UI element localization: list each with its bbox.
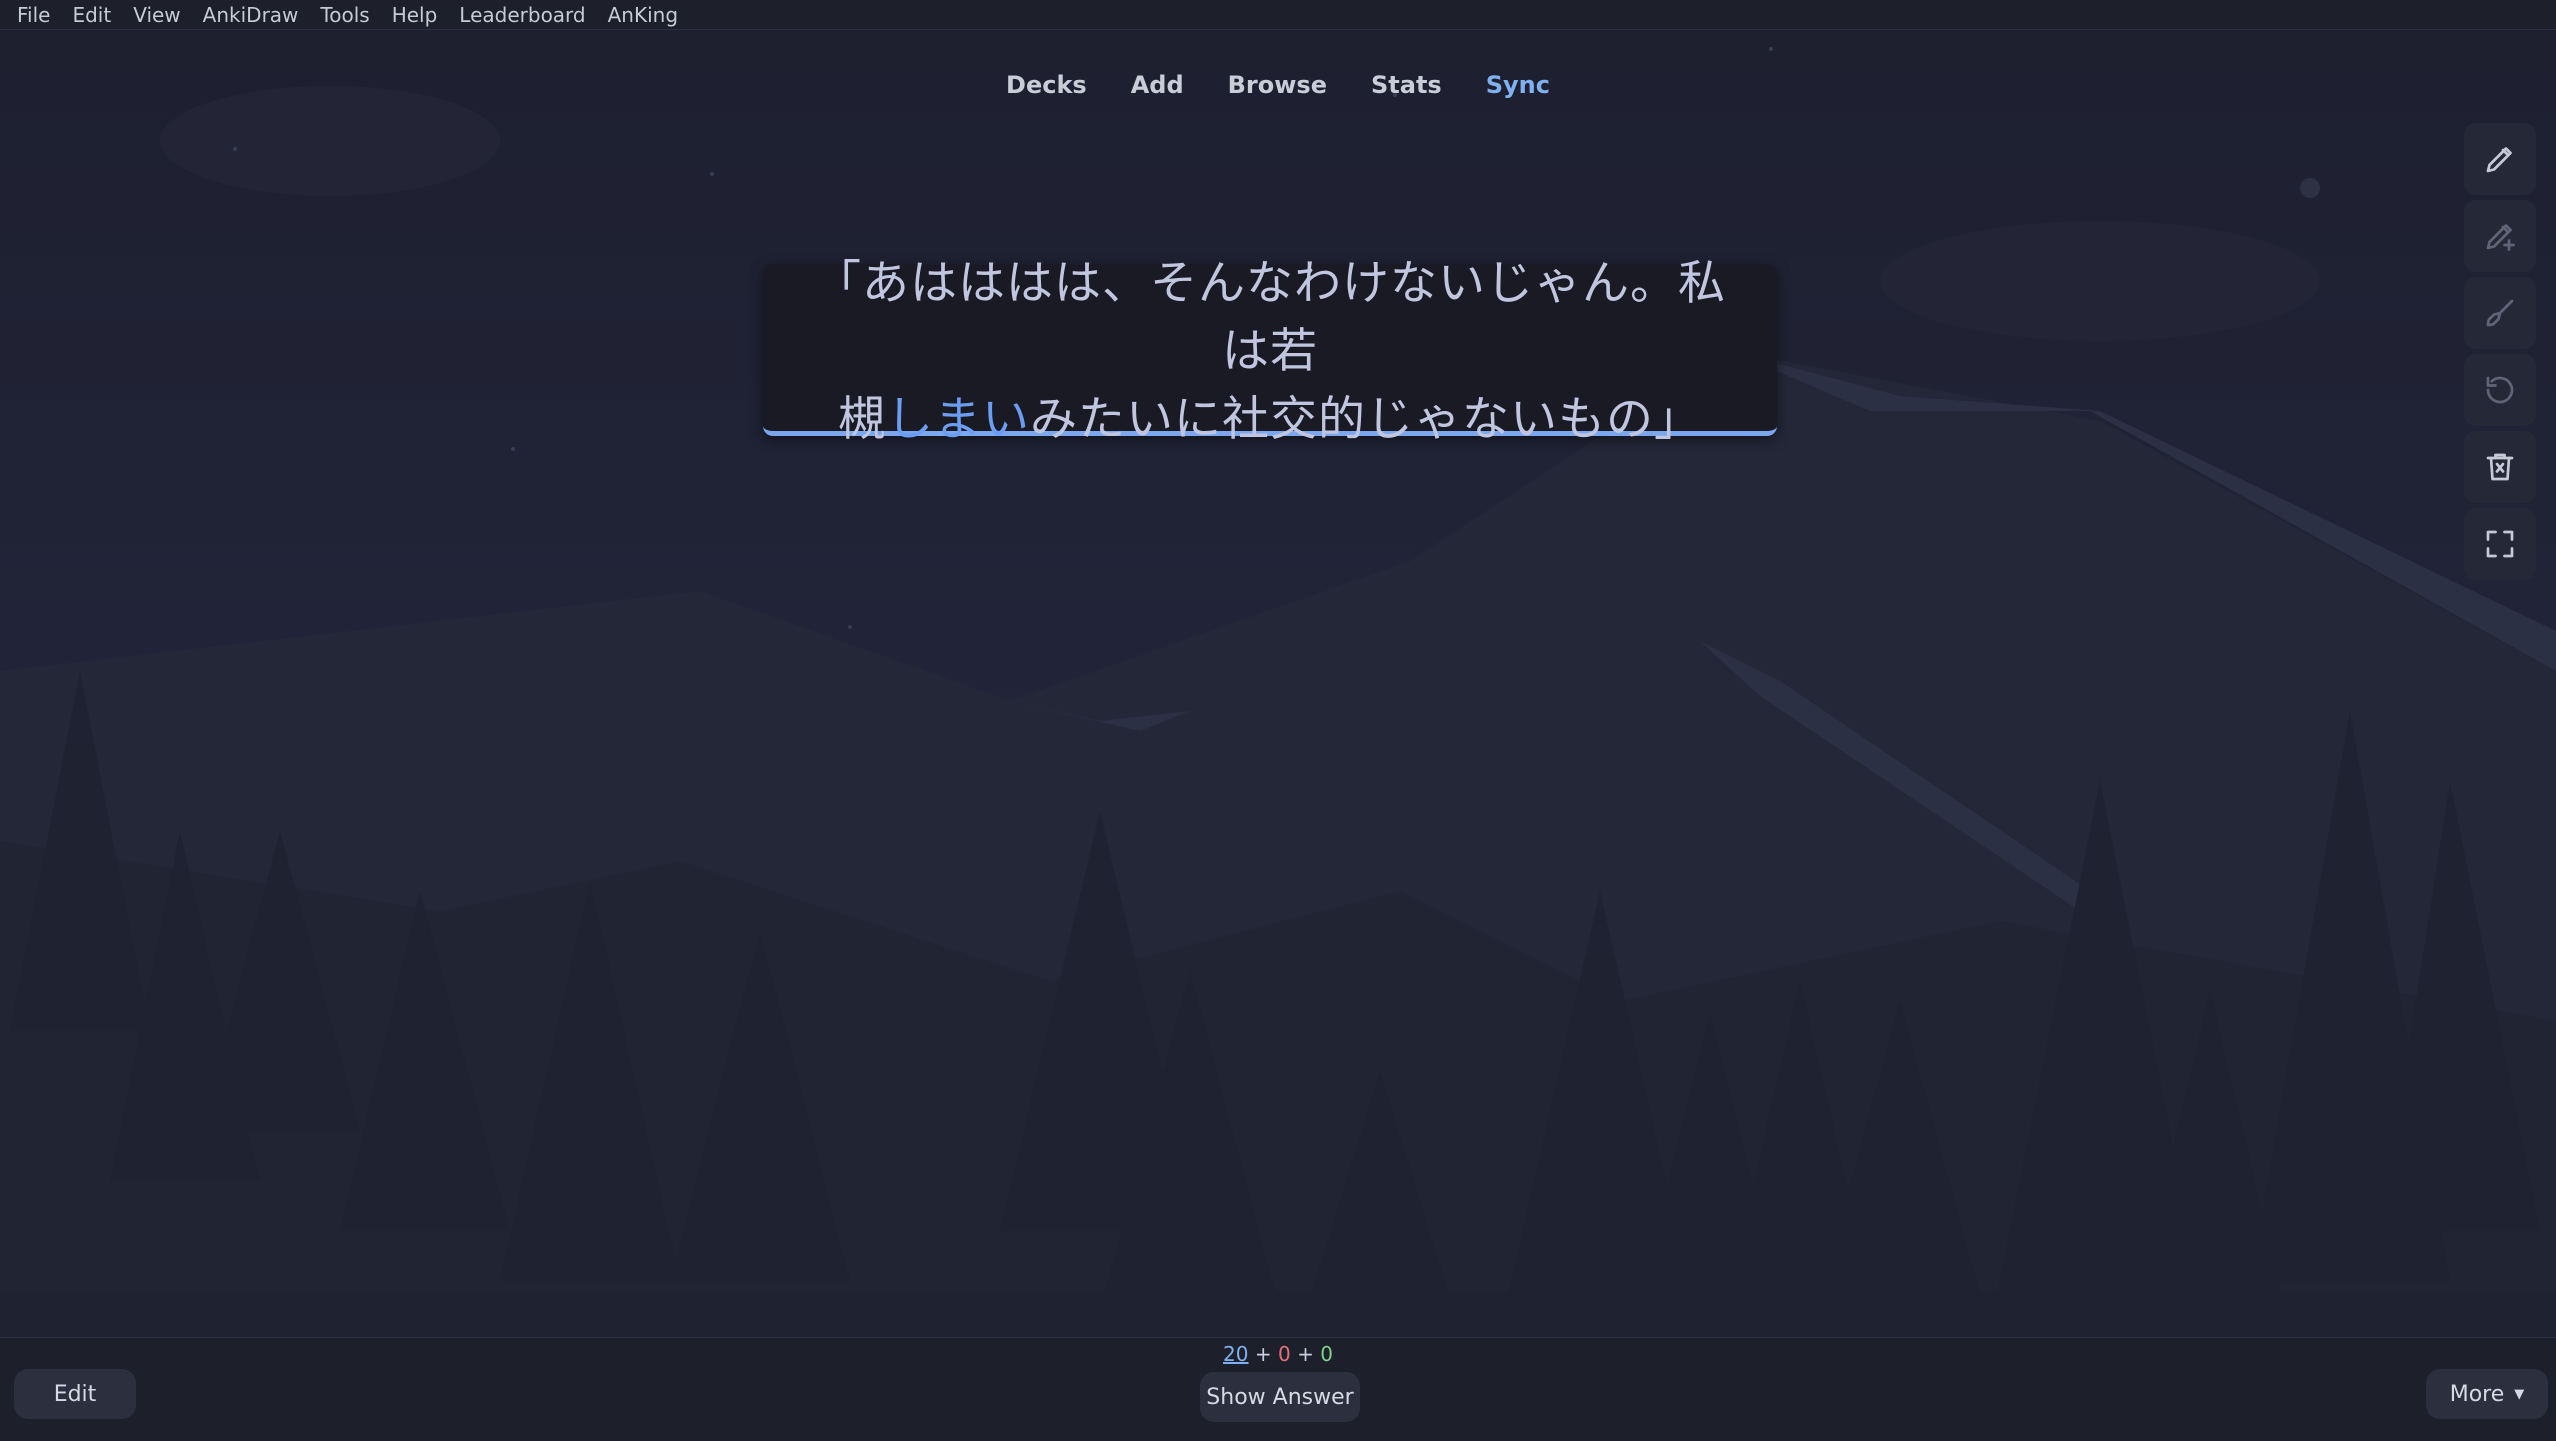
card-line-2-end: みたいに社交的じゃないもの」 xyxy=(1030,391,1702,447)
nav-stats[interactable]: Stats xyxy=(1371,71,1442,99)
menu-view[interactable]: View xyxy=(122,3,191,27)
nav-add[interactable]: Add xyxy=(1131,71,1184,99)
count-separator: + xyxy=(1290,1342,1321,1366)
clear-tool-button[interactable] xyxy=(2464,431,2536,503)
trash-icon xyxy=(2486,453,2514,481)
caret-down-icon: ▼ xyxy=(2514,1386,2525,1402)
bottom-bar: 20 + 0 + 0 Edit Show Answer More ▼ xyxy=(0,1337,2556,1441)
card-counts: 20 + 0 + 0 xyxy=(0,1342,2556,1366)
more-button[interactable]: More ▼ xyxy=(2426,1369,2548,1419)
undo-tool-button[interactable] xyxy=(2464,354,2536,426)
learn-count: 0 xyxy=(1277,1342,1291,1366)
menu-help[interactable]: Help xyxy=(381,3,449,27)
nav-decks[interactable]: Decks xyxy=(1006,71,1087,99)
menu-leaderboard[interactable]: Leaderboard xyxy=(448,3,596,27)
menu-tools[interactable]: Tools xyxy=(309,3,380,27)
background-scene: Decks Add Browse Stats Sync 「あはははは、そんなわけ… xyxy=(0,31,2556,1337)
brush-tool-button[interactable] xyxy=(2464,277,2536,349)
pencil-plus-tool-button[interactable] xyxy=(2464,200,2536,272)
pencil-icon xyxy=(2486,147,2512,173)
card-highlight: しまい xyxy=(886,391,1030,447)
show-answer-button[interactable]: Show Answer xyxy=(1200,1372,1360,1422)
flashcard-question: 「あはははは、そんなわけないじゃん。私は若 槻しまいみたいに社交的じゃないもの」 xyxy=(763,256,1777,447)
show-answer-label: Show Answer xyxy=(1206,1384,1354,1410)
pencil-tool-button[interactable] xyxy=(2464,123,2536,195)
edit-button-label: Edit xyxy=(53,1381,97,1407)
menu-file[interactable]: File xyxy=(6,3,61,27)
menu-anking[interactable]: AnKing xyxy=(597,3,689,27)
count-separator: + xyxy=(1248,1342,1278,1366)
mountain-forest-background xyxy=(0,31,2556,1337)
card-question-text: 「あはははは、そんなわけないじゃん。私は若 槻しまいみたいに社交的じゃないもの」 xyxy=(797,250,1743,454)
new-count: 20 xyxy=(1223,1342,1249,1366)
nav-browse[interactable]: Browse xyxy=(1228,71,1327,99)
card-line-1: 「あはははは、そんなわけないじゃん。私は若 xyxy=(814,255,1726,379)
menu-edit[interactable]: Edit xyxy=(61,3,122,27)
undo-icon xyxy=(2486,376,2514,404)
card-line-2-start: 槻 xyxy=(838,391,886,447)
more-button-label: More xyxy=(2449,1381,2505,1407)
review-count: 0 xyxy=(1320,1342,1333,1366)
edit-button[interactable]: Edit xyxy=(14,1369,136,1419)
fullscreen-tool-button[interactable] xyxy=(2464,508,2536,580)
pencil-plus-icon xyxy=(2486,224,2515,251)
top-navigation: Decks Add Browse Stats Sync xyxy=(0,71,2556,99)
nav-sync[interactable]: Sync xyxy=(1486,71,1550,99)
menu-bar: File Edit View AnkiDraw Tools Help Leade… xyxy=(0,0,2556,30)
fullscreen-icon xyxy=(2486,530,2514,558)
menu-ankidraw[interactable]: AnkiDraw xyxy=(192,3,310,27)
drawing-toolbar xyxy=(2464,123,2536,580)
brush-icon xyxy=(2486,299,2514,327)
